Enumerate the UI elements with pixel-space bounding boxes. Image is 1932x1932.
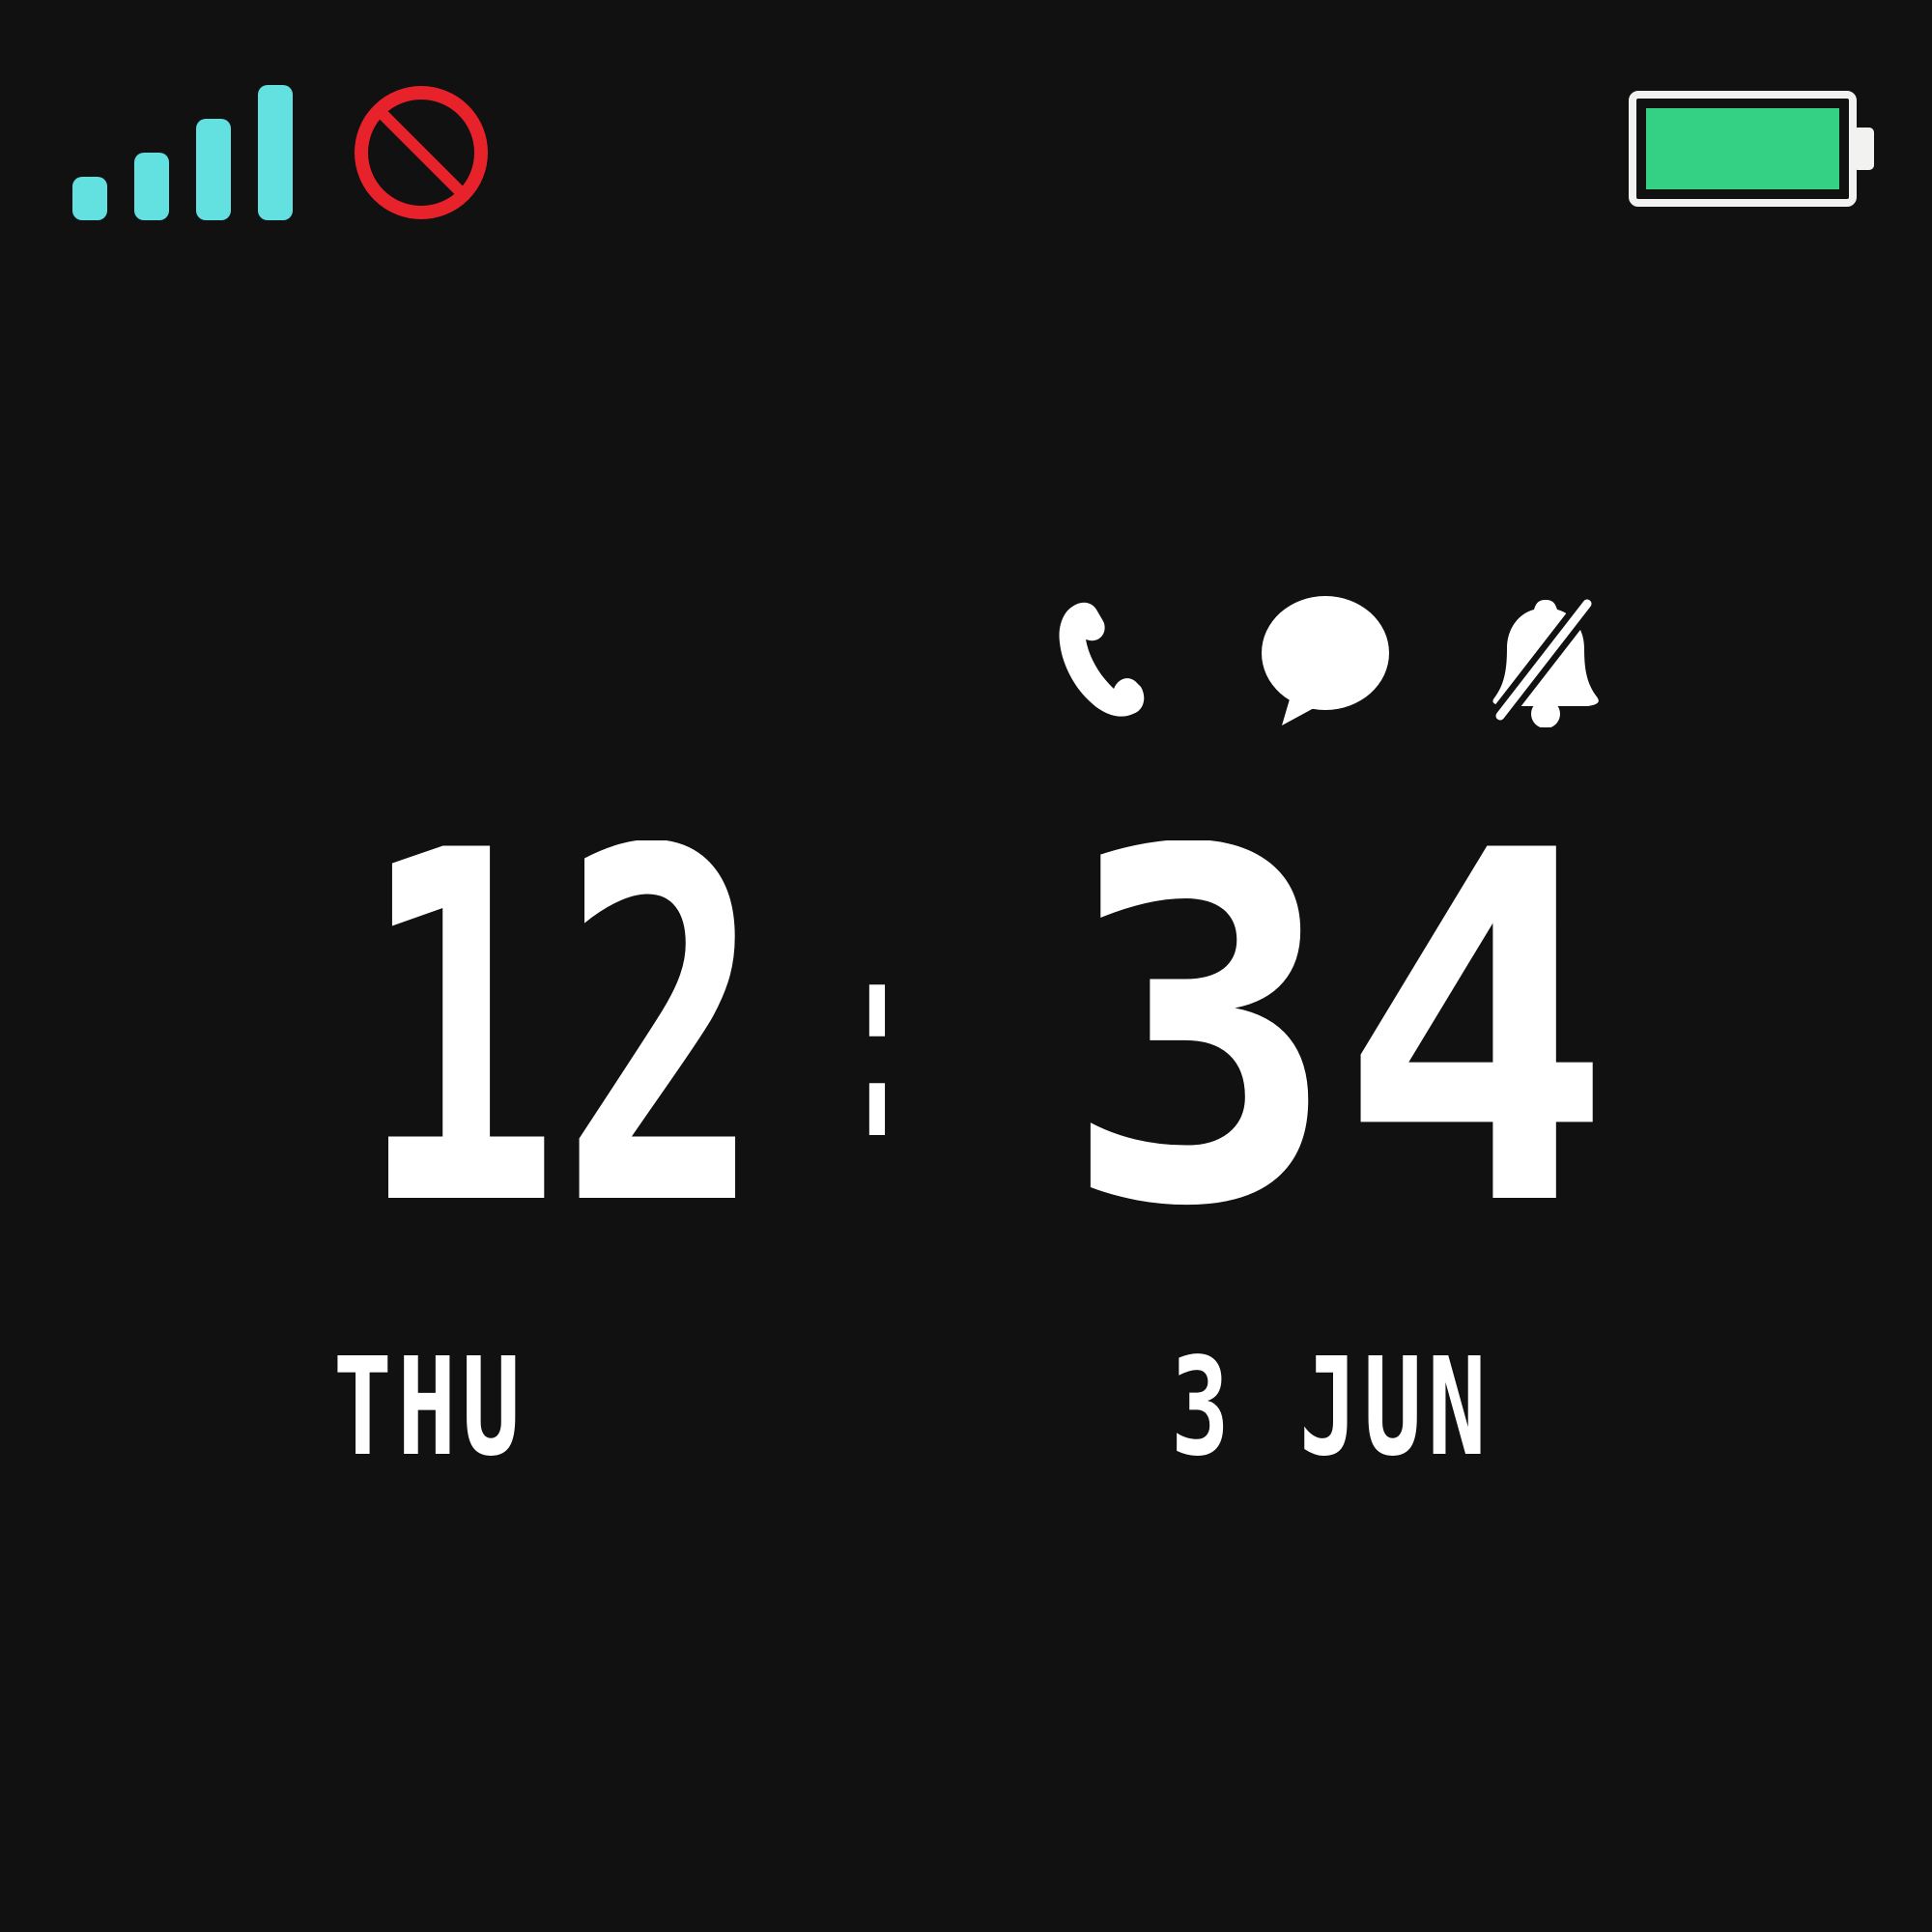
- date-label: 3 JUN: [1171, 1329, 1492, 1487]
- bell-off-icon[interactable]: [1478, 592, 1613, 727]
- clock-separator: :: [848, 867, 906, 1204]
- signal-strength-icon: [72, 85, 295, 220]
- chat-bubble-icon[interactable]: [1258, 592, 1393, 727]
- phone-icon[interactable]: [1038, 592, 1174, 727]
- signal-bar: [258, 85, 293, 220]
- clock-minutes: 34: [1063, 840, 1613, 1217]
- no-service-icon: [355, 86, 488, 219]
- battery-level-fill: [1646, 108, 1839, 189]
- signal-bar: [72, 177, 107, 220]
- signal-bar: [196, 119, 231, 220]
- signal-bar: [134, 153, 169, 220]
- time-display: 12 : 34: [357, 840, 1613, 1217]
- clock-hours: 12: [357, 840, 763, 1217]
- weekday-label: THU: [333, 1329, 526, 1487]
- battery-icon: [1629, 91, 1874, 207]
